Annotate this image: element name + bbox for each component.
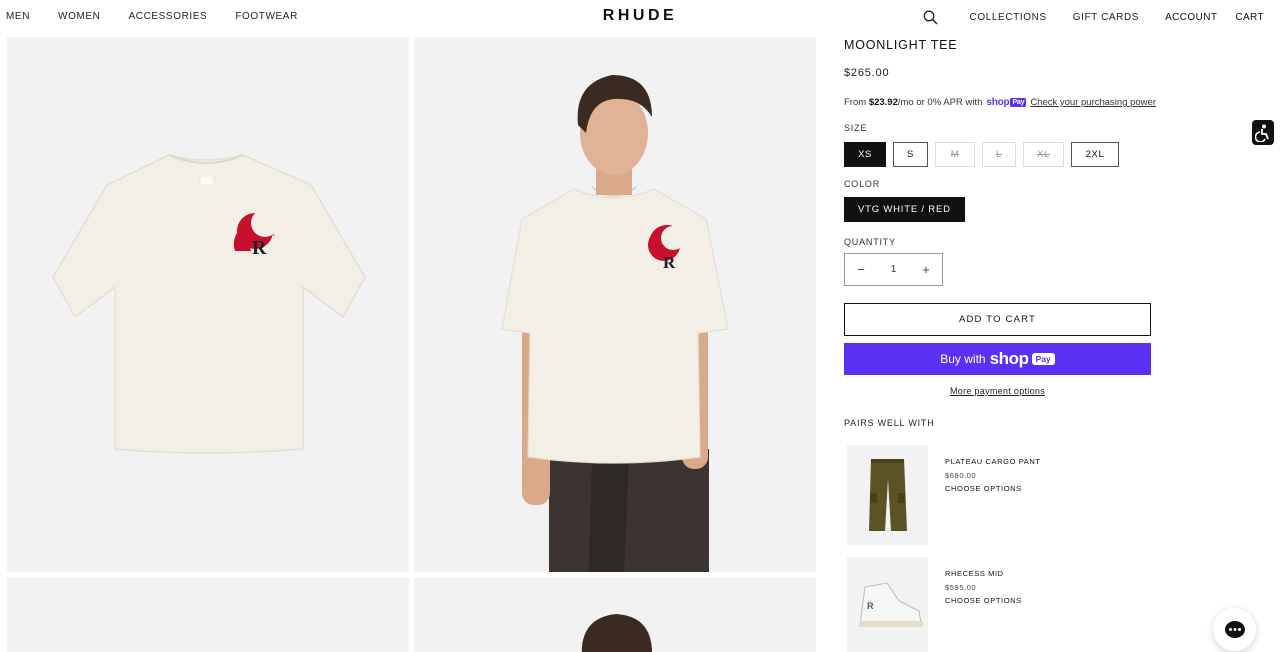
installments-suffix: /mo or 0% APR with	[897, 97, 983, 108]
purchasing-power-link[interactable]: Check your purchasing power	[1030, 97, 1156, 108]
recommendation-price: $680.00	[945, 471, 977, 480]
nav-women[interactable]: WOMEN	[58, 11, 100, 22]
nav-account[interactable]: ACCOUNT	[1165, 12, 1217, 23]
search-icon	[923, 10, 938, 24]
size-label: SIZE	[844, 123, 868, 133]
quantity-increase-button[interactable]: +	[910, 254, 942, 285]
recommendation-item: R RHECESS MID $595.00 CHOOSE OPTIONS	[847, 557, 1147, 652]
size-option-s[interactable]: S	[893, 142, 928, 167]
pairs-well-with-title: PAIRS WELL WITH	[844, 418, 935, 428]
search-button[interactable]	[922, 8, 940, 26]
chat-button[interactable]	[1213, 608, 1256, 651]
shop-pay-logo: shop	[989, 349, 1029, 368]
more-payment-options-link[interactable]: More payment options	[844, 386, 1151, 396]
color-label: COLOR	[844, 179, 881, 189]
product-image-model[interactable]: R	[414, 37, 816, 572]
product-image-3[interactable]	[7, 578, 409, 652]
sneaker-thumbnail[interactable]: R	[847, 557, 928, 652]
cargo-pant-thumbnail[interactable]	[847, 445, 928, 545]
size-option-xl[interactable]: XL	[1023, 142, 1064, 167]
choose-options-button[interactable]: CHOOSE OPTIONS	[945, 596, 1022, 605]
svg-text:R: R	[867, 601, 874, 611]
quantity-label: QUANTITY	[844, 237, 896, 247]
cargo-pant-image	[869, 459, 907, 531]
accessibility-button[interactable]	[1252, 120, 1274, 145]
product-image-4[interactable]	[414, 578, 816, 652]
size-selector: XS S M L XL 2XL	[844, 142, 1126, 167]
accessibility-icon	[1255, 124, 1269, 142]
product-image-flat[interactable]: R	[7, 37, 409, 572]
svg-text:R: R	[252, 237, 267, 259]
size-option-2xl[interactable]: 2XL	[1071, 142, 1119, 167]
installments-amount: $23.92	[868, 97, 898, 108]
recommendation-item: PLATEAU CARGO PANT $680.00 CHOOSE OPTION…	[847, 445, 1147, 545]
sneaker-image: R	[859, 582, 923, 627]
add-to-cart-button[interactable]: ADD TO CART	[844, 303, 1151, 336]
nav-footwear[interactable]: FOOTWEAR	[235, 11, 298, 22]
utility-nav: COLLECTIONS GIFT CARDS ACCOUNT CART	[922, 8, 1264, 26]
nav-gift-cards[interactable]: GIFT CARDS	[1073, 12, 1139, 23]
model-head-image	[581, 614, 652, 652]
shop-pay-logo: shop Pay	[986, 97, 1027, 108]
nav-men[interactable]: MEN	[6, 11, 30, 22]
tee-flat-image: R	[52, 154, 366, 454]
buy-with-shop-pay-button[interactable]: Buy with shop Pay	[844, 343, 1151, 375]
site-header: MEN WOMEN ACCESSORIES FOOTWEAR RHUDE COL…	[0, 0, 1280, 34]
quantity-stepper: − 1 +	[844, 253, 943, 286]
quantity-input[interactable]: 1	[879, 264, 909, 275]
recommendation-name[interactable]: RHECESS MID	[945, 569, 1004, 578]
product-price: $265.00	[844, 67, 890, 79]
installments-prefix: From	[844, 97, 867, 108]
nav-collections[interactable]: COLLECTIONS	[970, 12, 1047, 23]
nav-cart[interactable]: CART	[1235, 12, 1264, 23]
choose-options-button[interactable]: CHOOSE OPTIONS	[945, 484, 1022, 493]
brand-logo[interactable]: RHUDE	[603, 7, 677, 24]
size-option-m[interactable]: M	[935, 142, 975, 167]
quantity-decrease-button[interactable]: −	[845, 254, 877, 285]
tee-model-image: R	[501, 75, 729, 572]
recommendation-price: $595.00	[945, 583, 977, 592]
chat-icon	[1224, 620, 1245, 638]
size-option-xs[interactable]: XS	[844, 142, 886, 167]
svg-text:R: R	[663, 253, 676, 272]
product-title: MOONLIGHT TEE	[844, 38, 958, 52]
color-option-vtg-white-red[interactable]: VTG WHITE / RED	[844, 197, 965, 222]
recommendation-name[interactable]: PLATEAU CARGO PANT	[945, 457, 1041, 466]
nav-accessories[interactable]: ACCESSORIES	[128, 11, 207, 22]
shop-pay-installments: From $23.92/mo or 0% APR with shop Pay Ch…	[844, 97, 1156, 108]
size-option-l[interactable]: L	[982, 142, 1016, 167]
main-nav: MEN WOMEN ACCESSORIES FOOTWEAR	[6, 11, 326, 22]
